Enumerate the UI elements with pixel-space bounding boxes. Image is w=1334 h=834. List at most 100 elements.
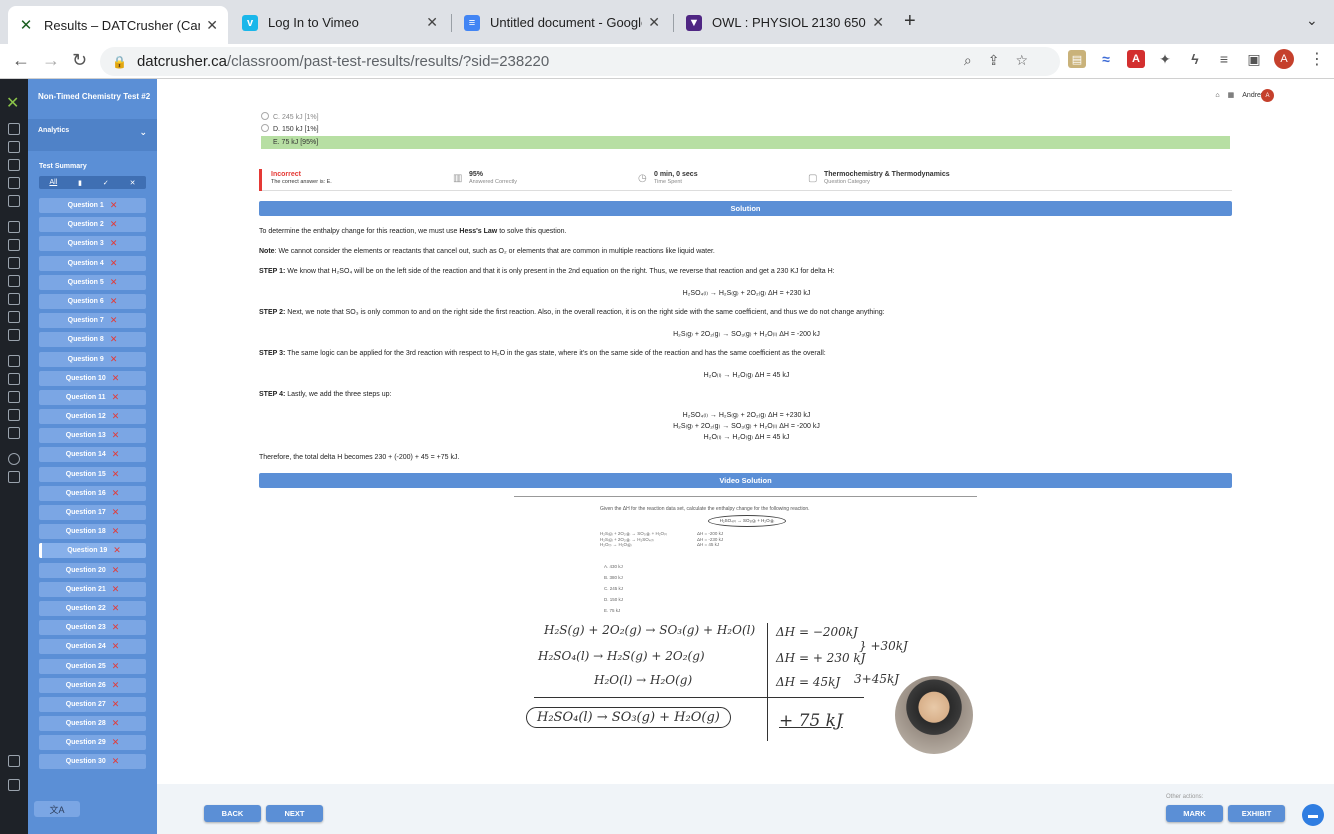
rail-star-icon[interactable] bbox=[8, 471, 20, 483]
rail-home-icon[interactable] bbox=[8, 755, 20, 767]
filter-correct-icon[interactable]: ✓ bbox=[103, 179, 109, 187]
rail-bio-icon[interactable] bbox=[8, 123, 20, 135]
puzzle-icon[interactable]: ✦ bbox=[1156, 50, 1174, 68]
rail-calendar-icon[interactable] bbox=[8, 409, 20, 421]
sidebar-question-15[interactable]: Question 15 ✕ bbox=[39, 466, 146, 482]
extension-wave-icon[interactable]: ≈ bbox=[1097, 50, 1115, 68]
rail-doc-icon[interactable] bbox=[8, 311, 20, 323]
mark-button[interactable]: MARK bbox=[1166, 805, 1223, 822]
sidebar-question-13[interactable]: Question 13 ✕ bbox=[39, 428, 146, 444]
rail-pencil-icon[interactable] bbox=[8, 141, 20, 153]
filter-all-button[interactable]: All bbox=[49, 179, 57, 186]
sidebar-question-5[interactable]: Question 5 ✕ bbox=[39, 274, 146, 290]
sidebar-question-28[interactable]: Question 28 ✕ bbox=[39, 716, 146, 732]
rail-video-icon[interactable] bbox=[8, 257, 20, 269]
extension-notes-icon[interactable]: ▤ bbox=[1068, 50, 1086, 68]
rail-flask-icon[interactable] bbox=[8, 159, 20, 171]
user-avatar[interactable]: A bbox=[1261, 89, 1274, 102]
filter-incorrect-icon[interactable]: ✕ bbox=[130, 179, 136, 187]
sidebar-question-2[interactable]: Question 2 ✕ bbox=[39, 217, 146, 233]
share-icon[interactable]: ⇪ bbox=[988, 52, 1016, 68]
close-tab-icon[interactable]: ✕ bbox=[648, 14, 660, 31]
video-choice: E. 75 kJ bbox=[604, 608, 621, 613]
close-tab-icon[interactable]: ✕ bbox=[872, 14, 884, 31]
extension-bolt-icon[interactable]: ϟ bbox=[1186, 50, 1204, 68]
tab-datcrusher-results[interactable]: ✕ Results – DATCrusher (Canadia ✕ bbox=[8, 6, 228, 44]
sidebar-question-26[interactable]: Question 26 ✕ bbox=[39, 677, 146, 693]
question-label: Question 29 bbox=[65, 739, 106, 747]
sidebar-question-27[interactable]: Question 27 ✕ bbox=[39, 696, 146, 712]
acrobat-icon[interactable]: A bbox=[1127, 50, 1145, 68]
sidebar-question-11[interactable]: Question 11 ✕ bbox=[39, 389, 146, 405]
rail-molecule-icon[interactable] bbox=[8, 177, 20, 189]
rail-cards-icon[interactable] bbox=[8, 275, 20, 287]
sidebar-question-21[interactable]: Question 21 ✕ bbox=[39, 581, 146, 597]
zoom-icon[interactable]: ⌕ bbox=[964, 52, 988, 68]
sidebar-question-23[interactable]: Question 23 ✕ bbox=[39, 620, 146, 636]
sidebar-question-9[interactable]: Question 9 ✕ bbox=[39, 351, 146, 367]
tab-owl[interactable]: ▼ OWL : PHYSIOL 2130 650 SU2 ✕ bbox=[676, 6, 894, 39]
rail-book-icon[interactable] bbox=[8, 195, 20, 207]
sidebar-question-10[interactable]: Question 10 ✕ bbox=[39, 370, 146, 386]
rail-key-icon[interactable] bbox=[8, 391, 20, 403]
sidebar-question-29[interactable]: Question 29 ✕ bbox=[39, 735, 146, 751]
reload-icon[interactable]: ↻ bbox=[72, 50, 87, 71]
back-button[interactable]: BACK bbox=[204, 805, 261, 822]
answer-option-e-correct[interactable]: E. 75 kJ [95%] bbox=[261, 136, 1230, 149]
sidebar-question-7[interactable]: Question 7 ✕ bbox=[39, 313, 146, 329]
sidebar-question-24[interactable]: Question 24 ✕ bbox=[39, 639, 146, 655]
analytics-toggle[interactable]: Analytics ⌄ bbox=[28, 119, 157, 151]
sidebar-question-12[interactable]: Question 12 ✕ bbox=[39, 409, 146, 425]
tab-google-docs[interactable]: ≡ Untitled document - Google Do ✕ bbox=[454, 6, 670, 39]
sidebar-question-22[interactable]: Question 22 ✕ bbox=[39, 600, 146, 616]
new-tab-icon[interactable]: + bbox=[904, 10, 916, 33]
presenter-webcam bbox=[895, 676, 973, 754]
rail-bank-icon[interactable] bbox=[8, 427, 20, 439]
exhibit-button[interactable]: EXHIBIT bbox=[1228, 805, 1285, 822]
tab-search-chevron-icon[interactable]: ⌄ bbox=[1306, 12, 1318, 29]
sidebar-question-8[interactable]: Question 8 ✕ bbox=[39, 332, 146, 348]
rail-chart-icon[interactable] bbox=[8, 329, 20, 341]
tab-vimeo[interactable]: v Log In to Vimeo ✕ bbox=[232, 6, 448, 39]
bookmark-star-icon[interactable]: ☆ bbox=[1015, 52, 1044, 68]
profile-avatar[interactable]: A bbox=[1274, 49, 1294, 69]
sidebar-question-1[interactable]: Question 1 ✕ bbox=[39, 198, 146, 213]
sidebar-question-14[interactable]: Question 14 ✕ bbox=[39, 447, 146, 463]
rail-notes-icon[interactable] bbox=[8, 293, 20, 305]
browser-menu-icon[interactable]: ⋮ bbox=[1309, 49, 1325, 69]
sidebar-question-25[interactable]: Question 25 ✕ bbox=[39, 658, 146, 674]
sidebar-question-16[interactable]: Question 16 ✕ bbox=[39, 485, 146, 501]
sidebar-question-19[interactable]: Question 19 ✕ bbox=[39, 543, 146, 559]
video-solution-player[interactable]: Given the ΔH for the reaction data set, … bbox=[514, 496, 977, 754]
rail-edit-icon[interactable] bbox=[8, 373, 20, 385]
rail-tests-icon[interactable] bbox=[8, 221, 20, 233]
rail-help-icon[interactable] bbox=[8, 453, 20, 465]
sidebar-question-3[interactable]: Question 3 ✕ bbox=[39, 236, 146, 252]
answer-option-c[interactable]: C. 245 kJ [1%] bbox=[261, 112, 319, 121]
rail-settings-icon[interactable] bbox=[8, 239, 20, 251]
filter-bookmark-icon[interactable]: ▮ bbox=[78, 179, 82, 187]
next-button[interactable]: NEXT bbox=[266, 805, 323, 822]
home-icon[interactable]: ⌂ bbox=[1215, 92, 1219, 99]
sidebar-question-20[interactable]: Question 20 ✕ bbox=[39, 562, 146, 578]
address-bar[interactable]: 🔒 datcrusher.ca/classroom/past-test-resu… bbox=[100, 47, 1060, 76]
calculator-icon[interactable]: ▦ bbox=[1228, 91, 1235, 99]
rail-chat-icon[interactable] bbox=[8, 779, 20, 791]
side-panel-icon[interactable]: ▣ bbox=[1245, 50, 1263, 68]
language-toggle-button[interactable]: 文A bbox=[34, 801, 80, 817]
datcrusher-logo-icon[interactable]: ✕ bbox=[6, 93, 19, 113]
sidebar-question-6[interactable]: Question 6 ✕ bbox=[39, 293, 146, 309]
reading-list-icon[interactable]: ≡ bbox=[1215, 50, 1233, 68]
close-tab-icon[interactable]: ✕ bbox=[426, 14, 438, 31]
close-tab-icon[interactable]: ✕ bbox=[206, 17, 218, 34]
forward-arrow-icon[interactable]: → bbox=[42, 50, 60, 71]
question-label: Question 21 bbox=[65, 585, 106, 593]
back-arrow-icon[interactable]: ← bbox=[12, 50, 30, 71]
sidebar-question-4[interactable]: Question 4 ✕ bbox=[39, 255, 146, 271]
sidebar-question-17[interactable]: Question 17 ✕ bbox=[39, 505, 146, 520]
answer-option-d[interactable]: D. 150 kJ [1%] bbox=[261, 124, 319, 133]
chat-support-icon[interactable]: ▬ bbox=[1302, 804, 1324, 826]
sidebar-question-30[interactable]: Question 30 ✕ bbox=[39, 754, 146, 770]
rail-list-icon[interactable] bbox=[8, 355, 20, 367]
sidebar-question-18[interactable]: Question 18 ✕ bbox=[39, 524, 146, 540]
